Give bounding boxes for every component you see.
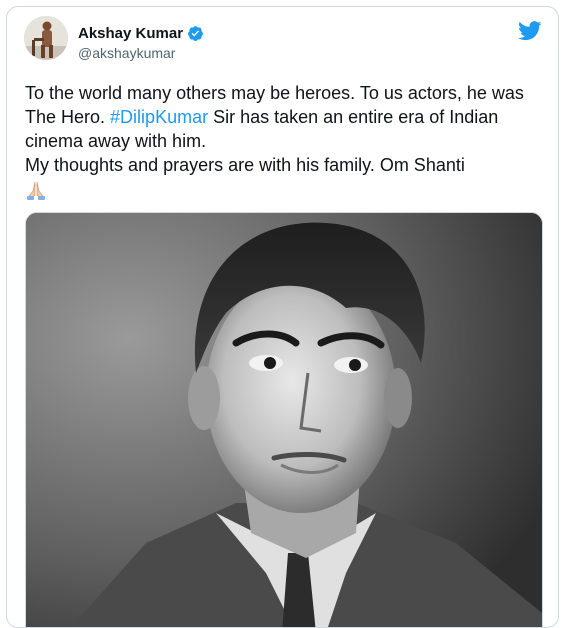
author-display-name[interactable]: Akshay Kumar xyxy=(78,25,183,42)
avatar-photo xyxy=(24,16,68,60)
tweet-paragraph-2: My thoughts and prayers are with his fam… xyxy=(25,153,545,177)
verified-badge-icon xyxy=(187,25,204,42)
tweet-card[interactable]: Akshay Kumar @akshaykumar To the world m… xyxy=(6,6,559,628)
hashtag-link[interactable]: #DilipKumar xyxy=(110,107,208,127)
folded-hands-icon xyxy=(25,179,47,207)
tweet-photo[interactable] xyxy=(25,212,543,627)
tweet-paragraph-1: To the world many others may be heroes. … xyxy=(25,81,545,153)
tweet-text: To the world many others may be heroes. … xyxy=(25,81,545,207)
avatar[interactable] xyxy=(24,16,68,60)
author-handle[interactable]: @akshaykumar xyxy=(78,45,175,61)
author-name-row[interactable]: Akshay Kumar xyxy=(78,23,204,43)
portrait-image xyxy=(26,213,542,627)
tweet-text-part-3: My thoughts and prayers are with his fam… xyxy=(25,155,465,175)
twitter-bird-icon[interactable] xyxy=(518,21,542,41)
